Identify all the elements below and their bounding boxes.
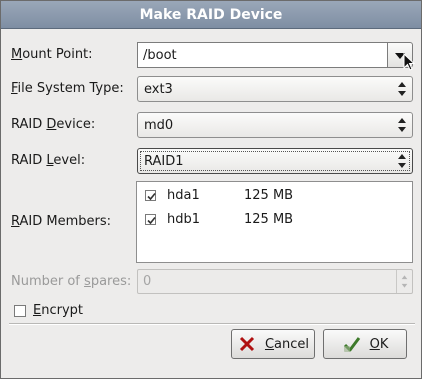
mount-point-input[interactable]: /boot [137, 42, 388, 68]
separator [9, 323, 415, 325]
ok-label: OK [369, 336, 389, 352]
up-down-arrows-icon [396, 270, 408, 293]
list-item[interactable]: hdb1 125 MB [137, 209, 412, 231]
raid-device-select[interactable]: md0 [137, 112, 413, 138]
raid-level-label: RAID Level: [11, 153, 86, 168]
member-name: hda1 [167, 188, 200, 203]
spares-spinbox: 0 [137, 269, 413, 294]
up-down-arrows-icon [398, 82, 406, 96]
list-item[interactable]: hda1 125 MB [137, 185, 412, 207]
ok-button[interactable]: OK [323, 329, 407, 359]
member-name: hdb1 [167, 212, 201, 227]
file-system-type-label: File System Type: [11, 81, 124, 96]
cancel-button[interactable]: Cancel [231, 329, 315, 359]
spares-label: Number of spares: [11, 274, 132, 289]
checkmark-icon [147, 216, 156, 225]
make-raid-device-dialog: Make RAID Device Mount Point: /boot File… [0, 0, 422, 379]
member-checkbox[interactable] [145, 214, 156, 225]
raid-level-select[interactable]: RAID1 [137, 148, 413, 174]
cancel-label: Cancel [264, 336, 310, 352]
member-checkbox[interactable] [145, 190, 156, 201]
up-down-arrows-icon [398, 118, 406, 132]
dialog-title: Make RAID Device [1, 1, 421, 29]
up-down-arrows-icon [398, 154, 406, 168]
ok-hand-check-icon [343, 337, 360, 352]
raid-members-label: RAID Members: [11, 214, 112, 229]
checkmark-icon [147, 192, 156, 201]
member-size: 125 MB [244, 212, 294, 227]
mount-point-label: Mount Point: [11, 47, 93, 62]
encrypt-checkbox[interactable] [14, 305, 26, 317]
cancel-x-icon [239, 336, 255, 352]
mouse-pointer-icon [403, 53, 416, 71]
member-size: 125 MB [244, 188, 294, 203]
encrypt-label[interactable]: Encrypt [33, 303, 83, 318]
mount-point-combo[interactable]: /boot [137, 42, 413, 68]
raid-members-list: hda1 125 MB hdb1 125 MB [136, 181, 413, 263]
file-system-type-select[interactable]: ext3 [137, 76, 413, 102]
raid-device-label: RAID Device: [11, 117, 96, 132]
